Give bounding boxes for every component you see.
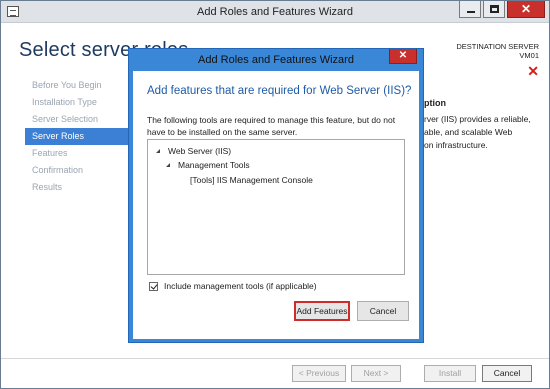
required-features-tree: Web Server (IIS) Management Tools [Tools… [147, 139, 405, 275]
expand-triangle-icon[interactable] [156, 149, 160, 153]
minimize-button[interactable] [459, 1, 481, 18]
description-line: able, and scalable Web [424, 127, 513, 137]
description-heading: ption [424, 98, 446, 108]
include-tools-option[interactable]: Include management tools (if applicable) [149, 281, 317, 291]
previous-button[interactable]: < Previous [292, 365, 346, 382]
tree-item: Web Server (IIS) [156, 146, 231, 156]
tree-item-label: [Tools] IIS Management Console [190, 175, 313, 185]
close-window-button[interactable]: ✕ [507, 1, 545, 18]
destination-name: VM01 [519, 51, 539, 60]
dialog-title: Add Roles and Features Wizard [198, 54, 354, 66]
nav-item-results[interactable]: Results [25, 179, 135, 196]
nav-item-confirmation[interactable]: Confirmation [25, 162, 135, 179]
tree-item: [Tools] IIS Management Console [190, 175, 313, 185]
maximize-button[interactable] [483, 1, 505, 18]
dialog-description: The following tools are required to mana… [147, 115, 396, 137]
description-line: on infrastructure. [424, 140, 488, 150]
description-line: rver (IIS) provides a reliable, [424, 114, 531, 124]
destination-label: DESTINATION SERVER [456, 42, 539, 51]
close-icon: ✕ [520, 2, 532, 16]
dialog-cancel-button[interactable]: Cancel [357, 301, 409, 321]
minimize-icon [467, 11, 475, 13]
expand-triangle-icon[interactable] [166, 163, 170, 167]
include-tools-label: Include management tools (if applicable) [164, 281, 317, 291]
wizard-nav: Before You Begin Installation Type Serve… [25, 77, 135, 196]
add-features-dialog: Add Roles and Features Wizard ✕ Add feat… [128, 48, 424, 343]
dialog-body: Add features that are required for Web S… [133, 71, 419, 339]
footer-divider [1, 358, 549, 359]
nav-item-server-roles[interactable]: Server Roles [25, 128, 135, 145]
add-features-button[interactable]: Add Features [294, 301, 350, 321]
tree-item: Management Tools [166, 160, 250, 170]
dialog-close-button[interactable]: ✕ [389, 49, 417, 64]
nav-item-installation-type[interactable]: Installation Type [25, 94, 135, 111]
title-bar: Add Roles and Features Wizard ✕ [1, 1, 549, 23]
error-x-icon[interactable]: ✕ [527, 63, 539, 80]
destination-server: DESTINATION SERVER VM01 [456, 42, 539, 60]
maximize-icon [490, 5, 499, 13]
nav-item-before-you-begin[interactable]: Before You Begin [25, 77, 135, 94]
dialog-heading: Add features that are required for Web S… [147, 85, 412, 97]
role-description: rver (IIS) provides a reliable, able, an… [424, 113, 544, 152]
tree-item-label: Web Server (IIS) [168, 146, 232, 156]
nav-item-features[interactable]: Features [25, 145, 135, 162]
tree-item-label: Management Tools [178, 160, 250, 170]
cancel-button[interactable]: Cancel [482, 365, 532, 382]
install-button[interactable]: Install [424, 365, 476, 382]
nav-item-server-selection[interactable]: Server Selection [25, 111, 135, 128]
window-controls: ✕ [459, 1, 545, 18]
include-tools-checkbox[interactable] [149, 281, 158, 291]
next-button[interactable]: Next > [351, 365, 401, 382]
